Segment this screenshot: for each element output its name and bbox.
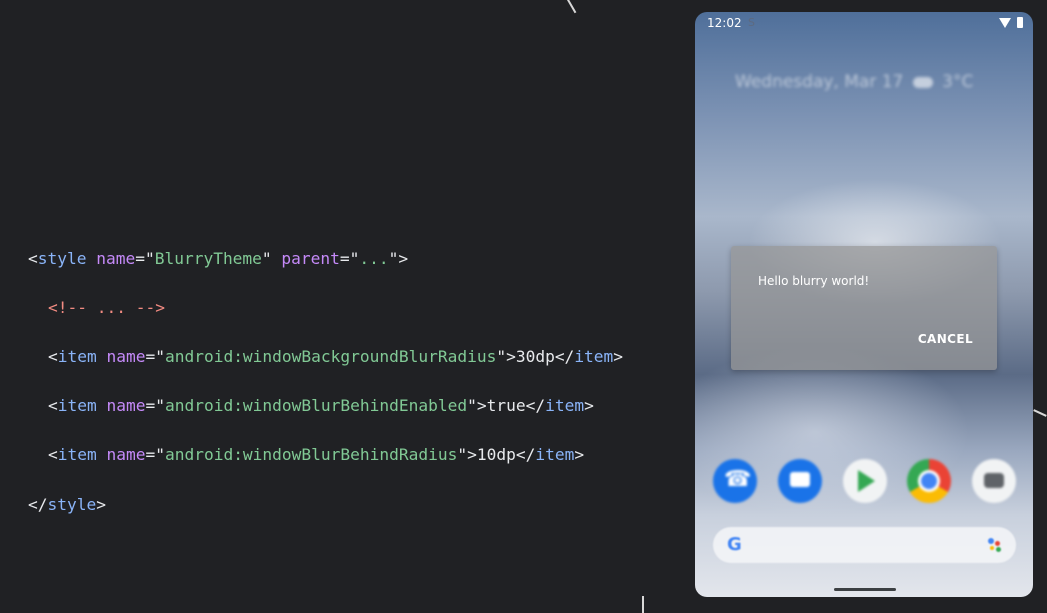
blur-dialog: Hello blurry world! CANCEL — [731, 246, 997, 370]
messages-icon[interactable] — [778, 459, 822, 503]
phone-icon[interactable] — [713, 459, 757, 503]
date-text: Wednesday, Mar 17 — [735, 72, 904, 92]
assistant-icon[interactable] — [988, 538, 1002, 552]
code-line-item: <item name="android:windowBackgroundBlur… — [48, 346, 624, 366]
code-line-style-open: <style name="BlurryTheme" parent="..."> — [28, 248, 409, 268]
temperature: 3°C — [942, 72, 974, 92]
phone-screen: 12:02 S Wednesday, Mar 17 3°C Hello blur… — [695, 12, 1033, 597]
play-store-icon[interactable] — [843, 459, 887, 503]
decorative-line — [642, 596, 644, 613]
cancel-button[interactable]: CANCEL — [918, 332, 973, 346]
status-time: 12:02 — [707, 16, 742, 30]
google-search-bar[interactable]: G — [713, 527, 1016, 563]
status-bar: 12:02 S — [695, 12, 1033, 34]
code-snippet: <style name="BlurryTheme" parent="..."> … — [28, 222, 623, 542]
code-line-item: <item name="android:windowBlurBehindEnab… — [48, 396, 594, 416]
at-a-glance: Wednesday, Mar 17 3°C — [735, 72, 973, 92]
google-logo-icon: G — [727, 534, 742, 555]
decorative-line — [1033, 409, 1047, 417]
status-indicator: S — [748, 16, 755, 29]
chrome-icon[interactable] — [907, 459, 951, 503]
wifi-icon — [999, 18, 1011, 28]
code-line-item: <item name="android:windowBlurBehindRadi… — [48, 445, 585, 465]
cloud-icon — [912, 76, 933, 88]
code-line-comment: <!-- ... --> — [48, 297, 165, 317]
decorative-line — [565, 0, 577, 14]
code-line-style-close: </style> — [28, 494, 106, 514]
battery-icon — [1017, 17, 1023, 28]
dialog-message: Hello blurry world! — [758, 274, 870, 288]
camera-icon[interactable] — [972, 459, 1016, 503]
navigation-handle[interactable] — [834, 588, 896, 591]
